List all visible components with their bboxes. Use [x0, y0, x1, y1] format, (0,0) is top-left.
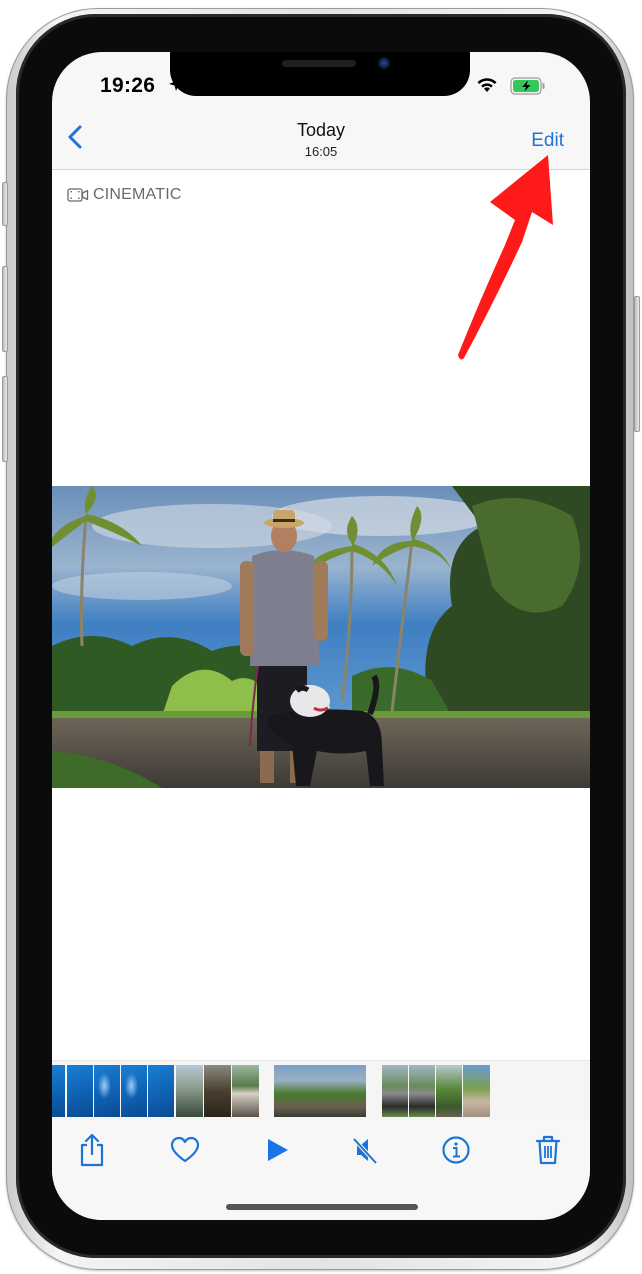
- volume-up-button: [2, 266, 8, 352]
- cinematic-badge: CINEMATIC: [67, 186, 182, 204]
- heart-icon: [170, 1136, 200, 1163]
- speaker-muted-icon: [352, 1137, 378, 1165]
- share-button[interactable]: [72, 1130, 112, 1170]
- delete-button[interactable]: [528, 1130, 568, 1170]
- front-camera: [378, 57, 390, 69]
- play-icon: [268, 1139, 288, 1161]
- filmstrip-thumbnail[interactable]: [67, 1065, 93, 1117]
- filmstrip-thumbnail[interactable]: [463, 1065, 490, 1117]
- filmstrip-thumbnail[interactable]: [204, 1065, 231, 1117]
- volume-down-button: [2, 376, 8, 462]
- filmstrip-thumbnail[interactable]: [176, 1065, 203, 1117]
- filmstrip-thumbnail[interactable]: [409, 1065, 435, 1117]
- action-button: [2, 182, 8, 226]
- trash-icon: [535, 1135, 561, 1165]
- filmstrip-thumbnail[interactable]: [148, 1065, 174, 1117]
- filmstrip-thumbnail[interactable]: [382, 1065, 408, 1117]
- annotation-arrow: [458, 155, 553, 360]
- info-button[interactable]: [436, 1130, 476, 1170]
- video-preview-photo: [52, 486, 590, 788]
- favorite-button[interactable]: [165, 1130, 205, 1170]
- cinematic-video-icon: [67, 188, 89, 202]
- mute-button[interactable]: [345, 1130, 385, 1170]
- filmstrip-thumbnail[interactable]: [121, 1065, 147, 1117]
- power-button: [634, 296, 640, 432]
- wifi-icon: [477, 78, 497, 92]
- play-button[interactable]: [258, 1130, 298, 1170]
- info-icon: [442, 1136, 470, 1164]
- home-indicator[interactable]: [226, 1204, 418, 1210]
- filmstrip-thumbnail[interactable]: [436, 1065, 462, 1117]
- cinematic-label: CINEMATIC: [93, 186, 182, 203]
- filmstrip-scrubber[interactable]: [52, 1060, 590, 1120]
- battery-charging-icon: [510, 77, 545, 95]
- status-time: 19:26: [100, 74, 156, 97]
- edit-button[interactable]: Edit: [531, 130, 564, 152]
- filmstrip-thumbnail[interactable]: [52, 1065, 65, 1117]
- filmstrip-thumbnail-selected[interactable]: [274, 1065, 366, 1117]
- filmstrip-thumbnail[interactable]: [94, 1065, 120, 1117]
- earpiece-speaker: [282, 60, 356, 67]
- filmstrip-thumbnail[interactable]: [232, 1065, 259, 1117]
- page-title: Today: [296, 120, 346, 140]
- notch: [170, 52, 470, 96]
- share-icon: [80, 1133, 104, 1167]
